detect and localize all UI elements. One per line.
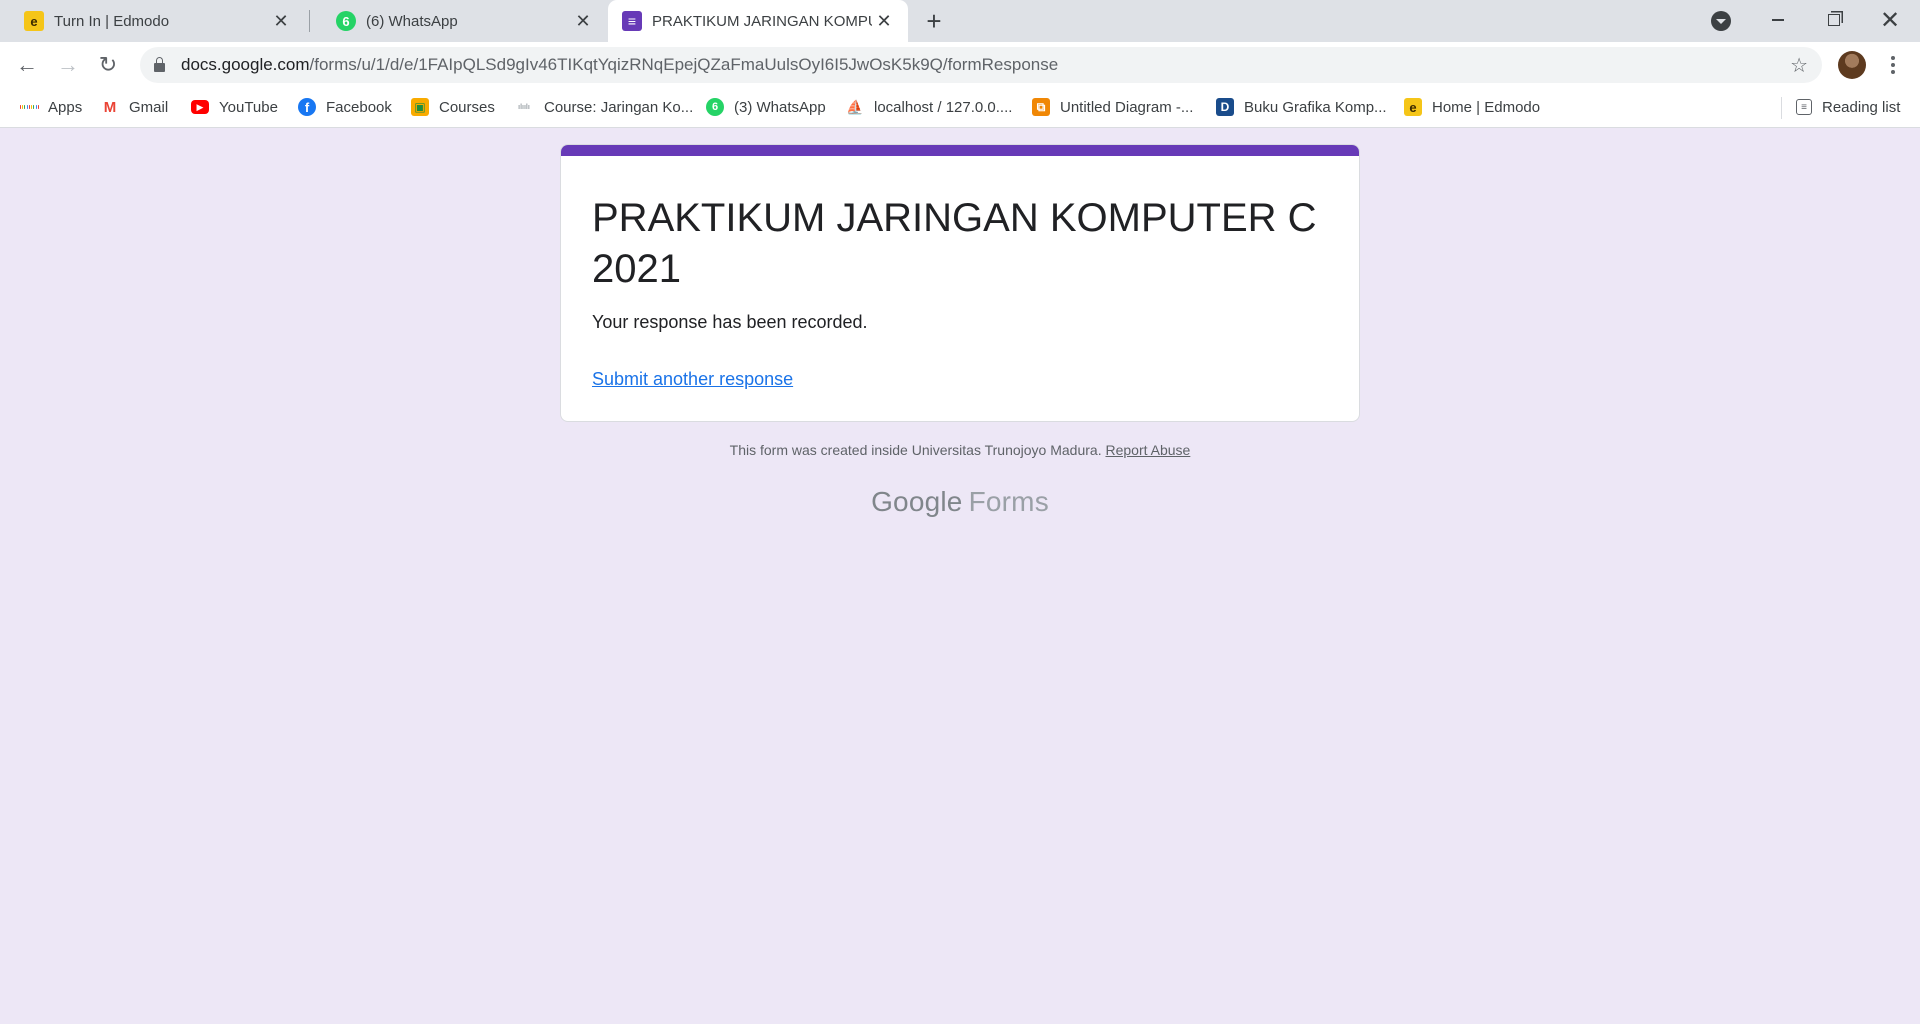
tab-search-icon[interactable] [1711,11,1731,31]
restore-icon [1828,14,1840,26]
tab-edmodo[interactable]: e Turn In | Edmodo ✕ [0,0,305,42]
apps-grid-icon [20,98,38,116]
window-close-button[interactable]: ✕ [1860,0,1920,40]
google-forms-icon: ≡ [622,11,642,31]
tab-title: (6) WhatsApp [366,12,458,30]
close-tab-icon[interactable]: ✕ [872,9,896,33]
url-text[interactable]: docs.google.com/forms/u/1/d/e/1FAIpQLSd9… [181,55,1790,75]
bookmark-youtube[interactable]: ▶ YouTube [191,88,278,126]
reading-list-label: Reading list [1822,98,1901,116]
bookmarks-bar: Apps M Gmail ▶ YouTube f Facebook ▣ Cour… [0,88,1920,128]
reading-list-button[interactable]: ≡ Reading list [1796,88,1900,126]
url-path: /forms/u/1/d/e/1FAIpQLSd9gIv46TIKqtYqizR… [309,55,1059,74]
bookmarks-divider [1781,97,1782,119]
tab-strip: e Turn In | Edmodo ✕ 6 (6) WhatsApp ✕ ≡ … [0,0,1920,42]
bookmark-label: Courses [439,98,495,116]
tab-google-forms[interactable]: ≡ PRAKTIKUM JARINGAN KOMPUTER C 2021 ✕ [608,0,908,42]
tab-whatsapp[interactable]: 6 (6) WhatsApp ✕ [312,0,607,42]
bookmark-apps[interactable]: Apps [20,88,82,126]
gmail-icon: M [103,98,117,116]
close-tab-icon[interactable]: ✕ [571,9,595,33]
facebook-icon: f [298,98,316,116]
bookmark-label: Untitled Diagram -... [1060,98,1194,116]
bookmark-label: Gmail [129,98,169,116]
bookmark-buku-grafika[interactable]: D Buku Grafika Komp... [1216,88,1387,126]
bookmark-label: Facebook [326,98,392,116]
address-bar[interactable]: docs.google.com/forms/u/1/d/e/1FAIpQLSd9… [140,47,1822,83]
minimize-icon [1772,19,1784,21]
new-tab-button[interactable]: + [918,6,950,36]
browser-menu-icon[interactable] [1880,50,1906,80]
form-accent-bar [561,145,1359,156]
bookmark-facebook[interactable]: f Facebook [298,88,392,126]
profile-avatar[interactable] [1838,51,1866,79]
browser-toolbar: ← → ↻ docs.google.com/forms/u/1/d/e/1FAI… [0,42,1920,88]
bookmark-cisco-course[interactable]: ılıılı Course: Jaringan Ko... [514,88,693,126]
bookmark-label: Buku Grafika Komp... [1244,98,1387,116]
forward-button[interactable]: → [53,50,83,80]
whatsapp-icon: 6 [336,11,356,31]
whatsapp-icon: 6 [706,98,724,116]
drawio-icon: ⧉ [1032,98,1050,116]
form-response-card: PRAKTIKUM JARINGAN KOMPUTER C 2021 Your … [560,144,1360,422]
bookmark-whatsapp[interactable]: 6 (3) WhatsApp [706,88,826,126]
form-footer-note: This form was created inside Universitas… [560,442,1360,458]
footer-text: This form was created inside Universitas… [729,442,1102,458]
tab-title: Turn In | Edmodo [54,12,170,30]
cisco-icon: ılıılı [518,103,530,111]
phpmyadmin-icon: ⛵ [846,98,864,115]
bookmark-star-icon[interactable]: ☆ [1790,53,1808,78]
bookmark-label: (3) WhatsApp [734,98,826,116]
tab-divider [309,10,310,32]
google-forms-logo[interactable]: Google Forms [560,486,1360,518]
bookmark-label: Course: Jaringan Ko... [544,98,694,116]
lock-icon[interactable] [154,57,165,72]
brand-google: Google [871,486,963,517]
minimize-button[interactable] [1748,0,1808,40]
edmodo-icon: e [1404,98,1422,116]
brand-forms: Forms [968,486,1049,517]
reload-button[interactable]: ↻ [93,50,123,80]
bookmark-label: localhost / 127.0.0.... [874,98,1013,116]
bookmark-phpmyadmin[interactable]: ⛵ localhost / 127.0.0.... [846,88,1012,126]
bookmark-label: YouTube [219,98,278,116]
bookmark-drawio[interactable]: ⧉ Untitled Diagram -... [1032,88,1193,126]
classroom-icon: ▣ [411,98,429,116]
report-abuse-link[interactable]: Report Abuse [1105,442,1190,458]
url-host: docs.google.com [181,55,310,74]
back-button[interactable]: ← [12,50,42,80]
submit-another-response-link[interactable]: Submit another response [592,369,793,390]
book-icon: D [1216,98,1234,116]
youtube-icon: ▶ [191,100,209,114]
confirmation-message: Your response has been recorded. [592,312,868,332]
tab-title: PRAKTIKUM JARINGAN KOMPUTER C 2021 [652,12,872,30]
edmodo-icon: e [24,11,44,31]
close-tab-icon[interactable]: ✕ [269,9,293,33]
bookmark-courses[interactable]: ▣ Courses [411,88,495,126]
bookmark-gmail[interactable]: M Gmail [101,88,168,126]
form-title: PRAKTIKUM JARINGAN KOMPUTER C 2021 [592,196,1317,291]
reading-list-icon: ≡ [1796,99,1812,115]
restore-button[interactable] [1804,0,1864,40]
bookmark-edmodo-home[interactable]: e Home | Edmodo [1404,88,1540,126]
bookmark-label: Home | Edmodo [1432,98,1541,116]
bookmark-label: Apps [48,98,83,116]
